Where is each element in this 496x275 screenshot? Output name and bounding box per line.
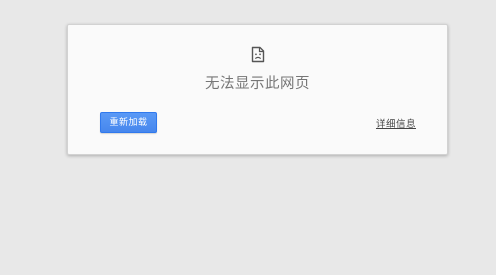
- reload-button[interactable]: 重新加载: [100, 112, 157, 133]
- error-card: 无法显示此网页 重新加载 详细信息: [67, 24, 448, 155]
- sad-document-icon: [251, 46, 265, 63]
- error-title: 无法显示此网页: [205, 76, 310, 92]
- details-link[interactable]: 详细信息: [376, 116, 416, 130]
